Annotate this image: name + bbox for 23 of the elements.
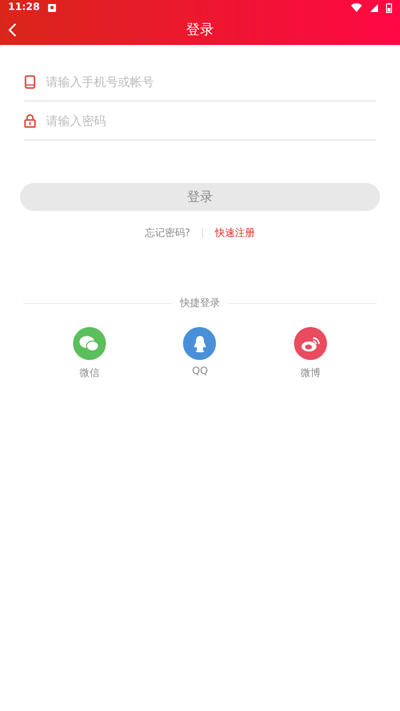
wifi-icon — [351, 3, 362, 12]
penguin-icon — [192, 334, 207, 352]
forgot-password-link[interactable]: 忘记密码? — [144, 226, 190, 240]
weibo-eye-icon — [300, 336, 321, 352]
social-login-label: QQ — [192, 366, 208, 377]
page-title: 登录 — [186, 21, 214, 39]
signal-icon — [370, 4, 378, 12]
notification-icon — [48, 4, 56, 12]
password-field[interactable]: 请输入密码 — [46, 114, 376, 128]
account-field[interactable]: 请输入手机号或帐号 — [46, 74, 376, 88]
social-login-button[interactable] — [294, 327, 328, 360]
quick-login-heading: 快捷登录 — [180, 296, 220, 310]
lock-icon — [24, 114, 36, 128]
battery-icon — [386, 2, 392, 12]
chat-bubbles-icon — [79, 335, 100, 352]
social-login-label: 微博 — [300, 366, 321, 380]
register-link[interactable]: 快速注册 — [215, 226, 256, 240]
phone-icon — [24, 74, 36, 88]
status-time: 11:28 — [8, 2, 40, 13]
back-icon[interactable] — [8, 23, 17, 37]
social-login-button[interactable] — [183, 327, 216, 360]
social-login-button[interactable] — [72, 327, 106, 360]
social-login-label: 微信 — [79, 367, 100, 380]
